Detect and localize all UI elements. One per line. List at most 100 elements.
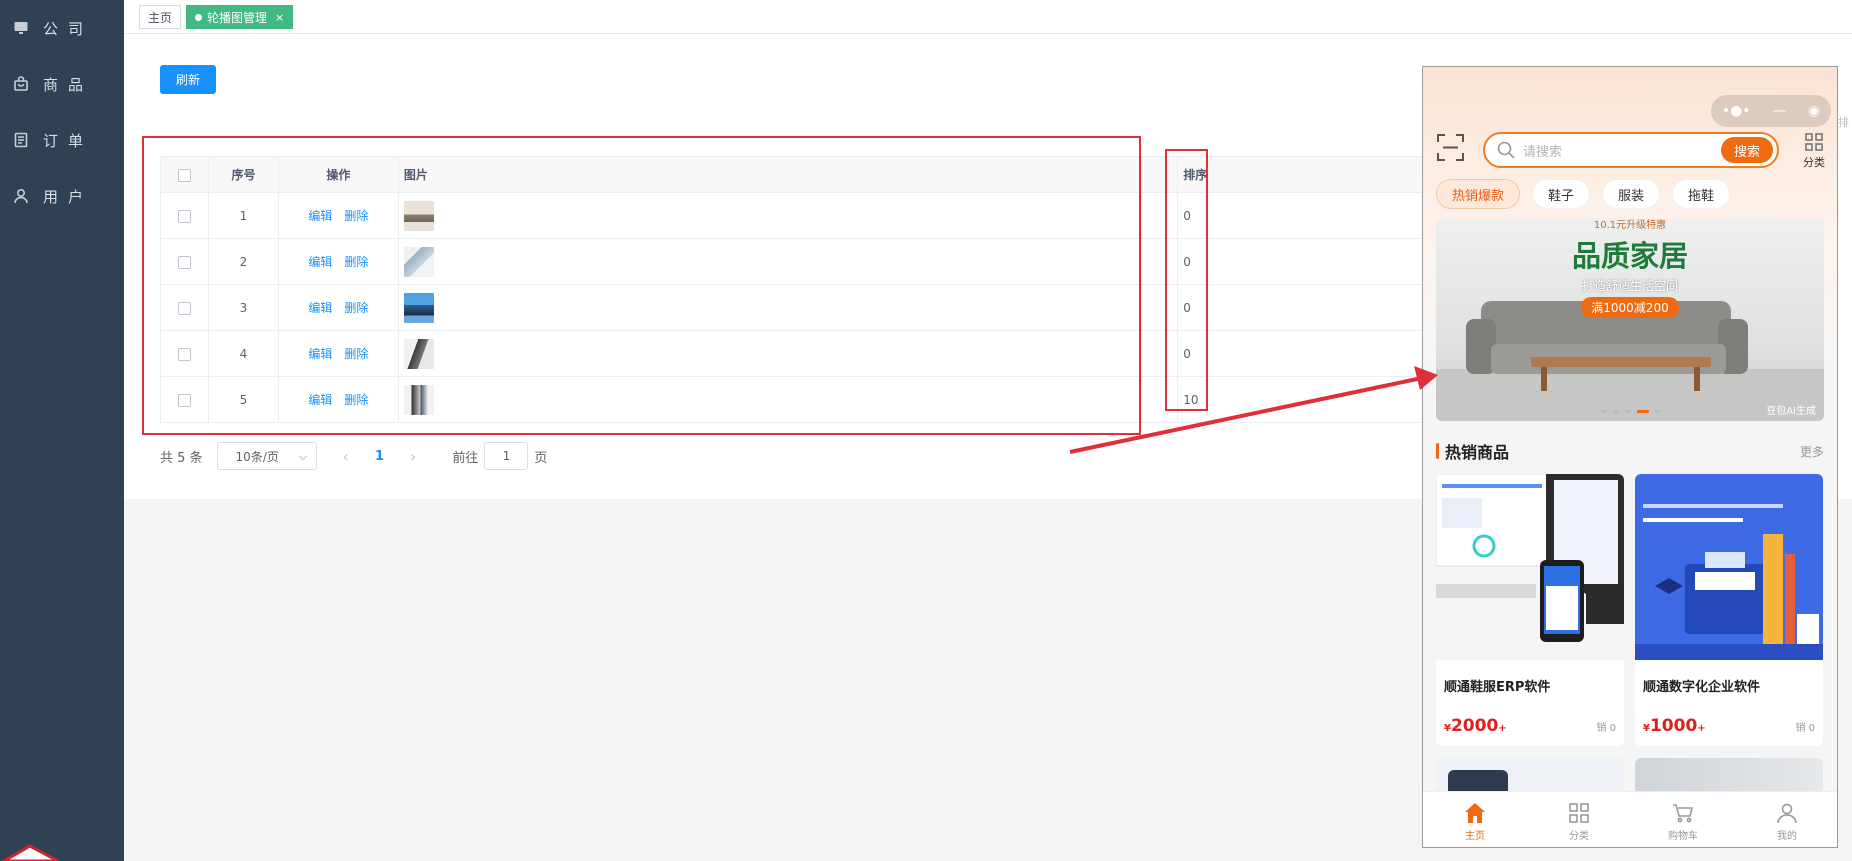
header-index: 序号 (207, 156, 279, 193)
refresh-button[interactable]: 刷新 (160, 65, 216, 94)
cart-icon (1673, 804, 1694, 823)
row-checkbox[interactable] (177, 347, 191, 361)
product-card[interactable]: 顺通鞋服ERP软件 ¥2000+ 销 0 (1436, 474, 1624, 746)
phone-preview: •●• — ◉ 请搜索 搜索 分类 热销爆款 鞋子 服装 拖鞋 10.1元升级特… (1422, 66, 1838, 848)
row-checkbox[interactable] (177, 209, 191, 223)
active-dot-icon (195, 13, 202, 21)
more-link[interactable]: 更多 (1800, 443, 1824, 460)
banner-watermark: 豆包AI生成 (1766, 406, 1816, 417)
tabbar-label: 主页 (1465, 831, 1485, 842)
edit-link[interactable]: 编辑 (308, 393, 332, 407)
edge-text: 排 (1838, 116, 1849, 129)
search-placeholder[interactable]: 请搜索 (1523, 141, 1721, 160)
home-banner[interactable]: 10.1元升级特惠 品质家居 打造舒适生活空间 满1000减200 豆包AI生成 (1436, 219, 1824, 421)
home-icon (1465, 803, 1485, 823)
select-all-checkbox[interactable] (177, 168, 191, 182)
goto-label: 前往 (452, 450, 479, 466)
tab-home[interactable]: 主页 (139, 5, 182, 29)
page-suffix: 页 (534, 450, 548, 466)
product-image (1436, 474, 1624, 660)
banner-thumbnail[interactable] (403, 200, 434, 231)
row-checkbox[interactable] (177, 301, 191, 315)
document-icon (14, 132, 28, 148)
row-checkbox[interactable] (177, 255, 191, 269)
phone-search-bar[interactable]: 请搜索 搜索 (1483, 132, 1779, 168)
prev-page-icon[interactable]: ‹ (343, 447, 349, 466)
section-title: 热销商品 (1445, 443, 1510, 462)
delete-link[interactable]: 删除 (344, 255, 368, 269)
sidebar-item-label: 公司 (43, 19, 94, 38)
chip-slippers[interactable]: 拖鞋 (1672, 179, 1731, 209)
tab-label: 轮播图管理 (207, 10, 268, 25)
banner-thumbnail[interactable] (403, 292, 434, 323)
sidebar-item-label: 用户 (43, 187, 94, 206)
chip-hot[interactable]: 热销爆款 (1436, 179, 1521, 209)
product-sold: 销 0 (1795, 723, 1815, 734)
chip-shoes[interactable]: 鞋子 (1532, 179, 1591, 209)
pagination-total: 共 5 条 (160, 450, 203, 466)
table-row: 4 编辑 删除 0 (160, 330, 1560, 377)
user-icon (14, 188, 28, 204)
tabbar-profile[interactable]: 我的 (1735, 792, 1837, 847)
pagination: 共 5 条 10条/页 ‹ 1 › 前往 1 页 (160, 442, 547, 470)
sidebar-item-users[interactable]: 用户 (13, 184, 93, 208)
banner-thumbnail[interactable] (403, 384, 434, 415)
banner-title: 品质家居 (1571, 239, 1688, 273)
banner-copy: 10.1元升级特惠 品质家居 打造舒适生活空间 满1000减200 (1436, 219, 1824, 318)
edit-link[interactable]: 编辑 (308, 255, 332, 269)
product-price: ¥2000+ (1444, 716, 1507, 736)
banner-thumbnail[interactable] (403, 246, 434, 277)
product-name: 顺通数字化企业软件 (1643, 680, 1761, 695)
delete-link[interactable]: 删除 (344, 301, 368, 315)
tag-chips: 热销爆款 鞋子 服装 拖鞋 (1436, 179, 1742, 209)
tabbar-label: 分类 (1569, 831, 1589, 842)
sidebar-item-company[interactable]: 公司 (13, 16, 93, 40)
phone-tabbar: 主页 分类 购物车 我的 (1423, 791, 1837, 847)
product-price: ¥1000+ (1643, 716, 1706, 736)
sidebar-item-orders[interactable]: 订单 (13, 128, 93, 152)
delete-link[interactable]: 删除 (344, 209, 368, 223)
page-number[interactable]: 1 (375, 449, 384, 464)
sidebar-item-products[interactable]: 商品 (13, 72, 93, 96)
tab-banner-management[interactable]: 轮播图管理 × (186, 5, 294, 29)
row-index: 1 (207, 192, 279, 239)
tabbar-category[interactable]: 分类 (1527, 792, 1631, 847)
table-header-row: 序号 操作 图片 排序 (160, 156, 1560, 193)
delete-link[interactable]: 删除 (344, 393, 368, 407)
table-row: 5 编辑 删除 10 (160, 376, 1560, 423)
corner-stamp-icon (0, 838, 62, 861)
scan-icon[interactable] (1437, 134, 1464, 161)
header-gap (1141, 156, 1178, 193)
row-index: 3 (207, 284, 279, 331)
close-circle-icon[interactable]: ◉ (1808, 103, 1820, 119)
delete-link[interactable]: 删除 (344, 347, 368, 361)
tabbar-home[interactable]: 主页 (1423, 792, 1527, 847)
next-page-icon[interactable]: › (410, 447, 416, 466)
table-row: 2 编辑 删除 0 (160, 238, 1560, 285)
edit-link[interactable]: 编辑 (308, 301, 332, 315)
search-icon (1497, 141, 1515, 159)
tabbar-label: 我的 (1777, 831, 1797, 842)
edit-link[interactable]: 编辑 (308, 347, 332, 361)
more-dots-icon[interactable]: •●• (1722, 103, 1751, 119)
banner-indicator (1601, 410, 1667, 413)
miniprogram-capsule[interactable]: •●• — ◉ (1711, 95, 1831, 127)
hot-products-header: 热销商品 更多 (1436, 440, 1824, 462)
edit-link[interactable]: 编辑 (308, 209, 332, 223)
sidebar-item-label: 商品 (43, 75, 94, 94)
product-name: 顺通鞋服ERP软件 (1444, 680, 1551, 695)
minimize-icon[interactable]: — (1772, 103, 1786, 119)
banner-thumbnail[interactable] (403, 338, 434, 369)
product-card[interactable]: 顺通数字化企业软件 ¥1000+ 销 0 (1635, 474, 1823, 746)
table-row: 1 编辑 删除 0 (160, 192, 1560, 239)
category-shortcut[interactable]: 分类 (1797, 133, 1831, 170)
sidebar-item-label: 订单 (43, 131, 94, 150)
search-button[interactable]: 搜索 (1721, 137, 1773, 163)
goto-page-input[interactable]: 1 (484, 442, 529, 470)
page-size-select[interactable]: 10条/页 (216, 442, 317, 470)
tabbar-cart[interactable]: 购物车 (1631, 792, 1735, 847)
row-checkbox[interactable] (177, 393, 191, 407)
close-icon[interactable]: × (275, 11, 284, 24)
chip-clothing[interactable]: 服装 (1602, 179, 1661, 209)
row-index: 2 (207, 238, 279, 285)
